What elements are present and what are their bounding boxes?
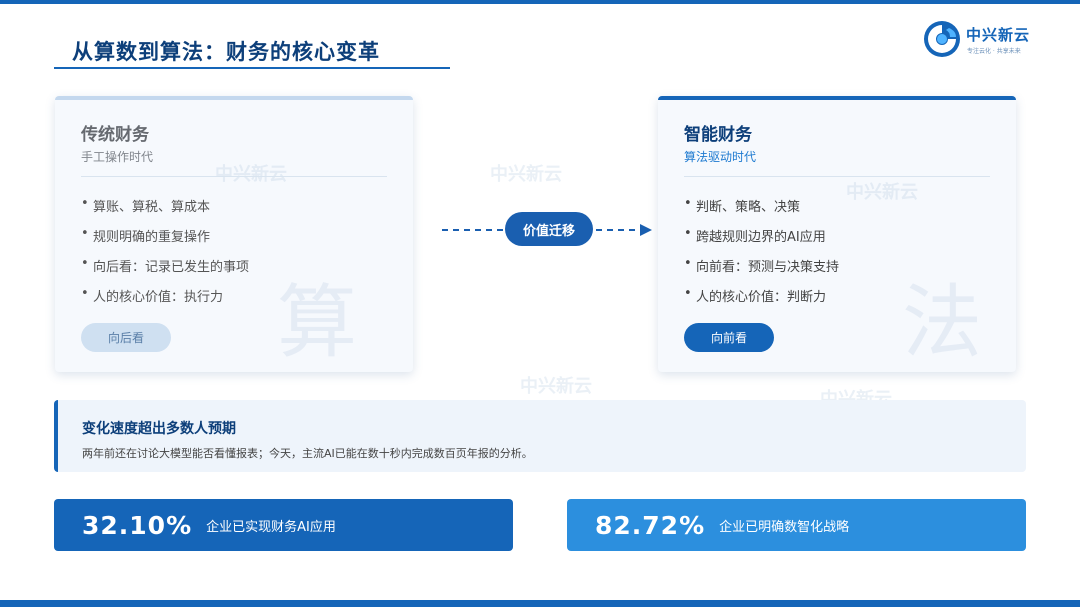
- bullet-icon: •: [684, 226, 692, 241]
- card-watermark: 法: [902, 276, 982, 369]
- card-list: • 算账、算税、算成本 • 规则明确的重复操作 • 向后看：记录已发生的事项 • 人的核…: [81, 196, 249, 316]
- background-logo-watermark: 中兴新云: [520, 376, 592, 397]
- callout-title: 变化速度超出多数人预期: [82, 421, 236, 437]
- card-title: 智能财务: [684, 125, 752, 145]
- bottom-accent-bar: [0, 600, 1080, 607]
- stat-card-ai-adoption: 32.10% 企业已实现财务AI应用: [54, 499, 513, 551]
- look-back-button[interactable]: 向后看: [81, 323, 171, 352]
- list-item: • 算账、算税、算成本: [81, 196, 211, 215]
- card-divider: [684, 176, 990, 177]
- list-item: • 人的核心价值：执行力: [81, 286, 224, 305]
- logo-name: 中兴新云: [966, 26, 1031, 44]
- stat-label: 企业已明确数智化战略: [719, 519, 850, 535]
- card-watermark: 算: [277, 276, 357, 369]
- card-title: 传统财务: [81, 125, 149, 145]
- list-item: • 向前看：预测与决策支持: [684, 256, 840, 275]
- insight-callout: 变化速度超出多数人预期 两年前还在讨论大模型能否看懂报表；今天，主流AI已能在数…: [54, 400, 1026, 472]
- bullet-icon: •: [81, 226, 89, 241]
- card-divider: [81, 176, 387, 177]
- stat-value: 32.10%: [82, 510, 193, 540]
- list-item: • 跨越规则边界的AI应用: [684, 226, 826, 245]
- card-list: • 判断、策略、决策 • 跨越规则边界的AI应用 • 向前看：预测与决策支持 • 人的核…: [684, 196, 839, 316]
- bullet-icon: •: [684, 196, 692, 211]
- top-accent-bar: [0, 0, 1080, 4]
- stat-label: 企业已实现财务AI应用: [206, 519, 336, 535]
- title-underline: [54, 67, 450, 69]
- look-forward-button[interactable]: 向前看: [684, 323, 774, 352]
- intelligent-finance-card: 法 中兴新云 智能财务 算法驱动时代 • 判断、策略、决策 • 跨越规则边界的AI应…: [658, 96, 1016, 372]
- card-subtitle: 算法驱动时代: [684, 150, 757, 164]
- bullet-icon: •: [81, 196, 89, 211]
- bullet-icon: •: [684, 286, 692, 301]
- company-logo: 中兴新云 专注云化 · 共享未来: [922, 19, 1042, 59]
- card-logo-watermark: 中兴新云: [846, 182, 918, 203]
- logo-slogan: 专注云化 · 共享未来: [967, 48, 1021, 55]
- card-logo-watermark: 中兴新云: [215, 164, 287, 185]
- list-item: • 向后看：记录已发生的事项: [81, 256, 250, 275]
- page-title: 从算数到算法：财务的核心变革: [72, 40, 380, 64]
- card-logo-watermark: 中兴新云: [240, 368, 312, 372]
- list-item: • 规则明确的重复操作: [81, 226, 211, 245]
- bullet-icon: •: [81, 286, 89, 301]
- stat-card-digital-strategy: 82.72% 企业已明确数智化战略: [567, 499, 1026, 551]
- background-logo-watermark: 中兴新云: [490, 164, 562, 185]
- value-migration-label: 价值迁移: [505, 212, 593, 246]
- traditional-finance-card: 算 中兴新云 中兴新云 传统财务 手工操作时代 •算账、算税、算成本 •规则明确…: [55, 96, 413, 372]
- bullet-icon: •: [81, 256, 89, 271]
- stat-value: 82.72%: [595, 510, 706, 540]
- logo-cloud-icon: [924, 21, 960, 57]
- list-item: • 判断、策略、决策: [684, 196, 801, 215]
- bullet-icon: •: [684, 256, 692, 271]
- list-item: • 人的核心价值：判断力: [684, 286, 827, 305]
- card-subtitle: 手工操作时代: [81, 150, 154, 164]
- callout-text: 两年前还在讨论大模型能否看懂报表；今天，主流AI已能在数十秒内完成数百页年报的分…: [82, 447, 533, 460]
